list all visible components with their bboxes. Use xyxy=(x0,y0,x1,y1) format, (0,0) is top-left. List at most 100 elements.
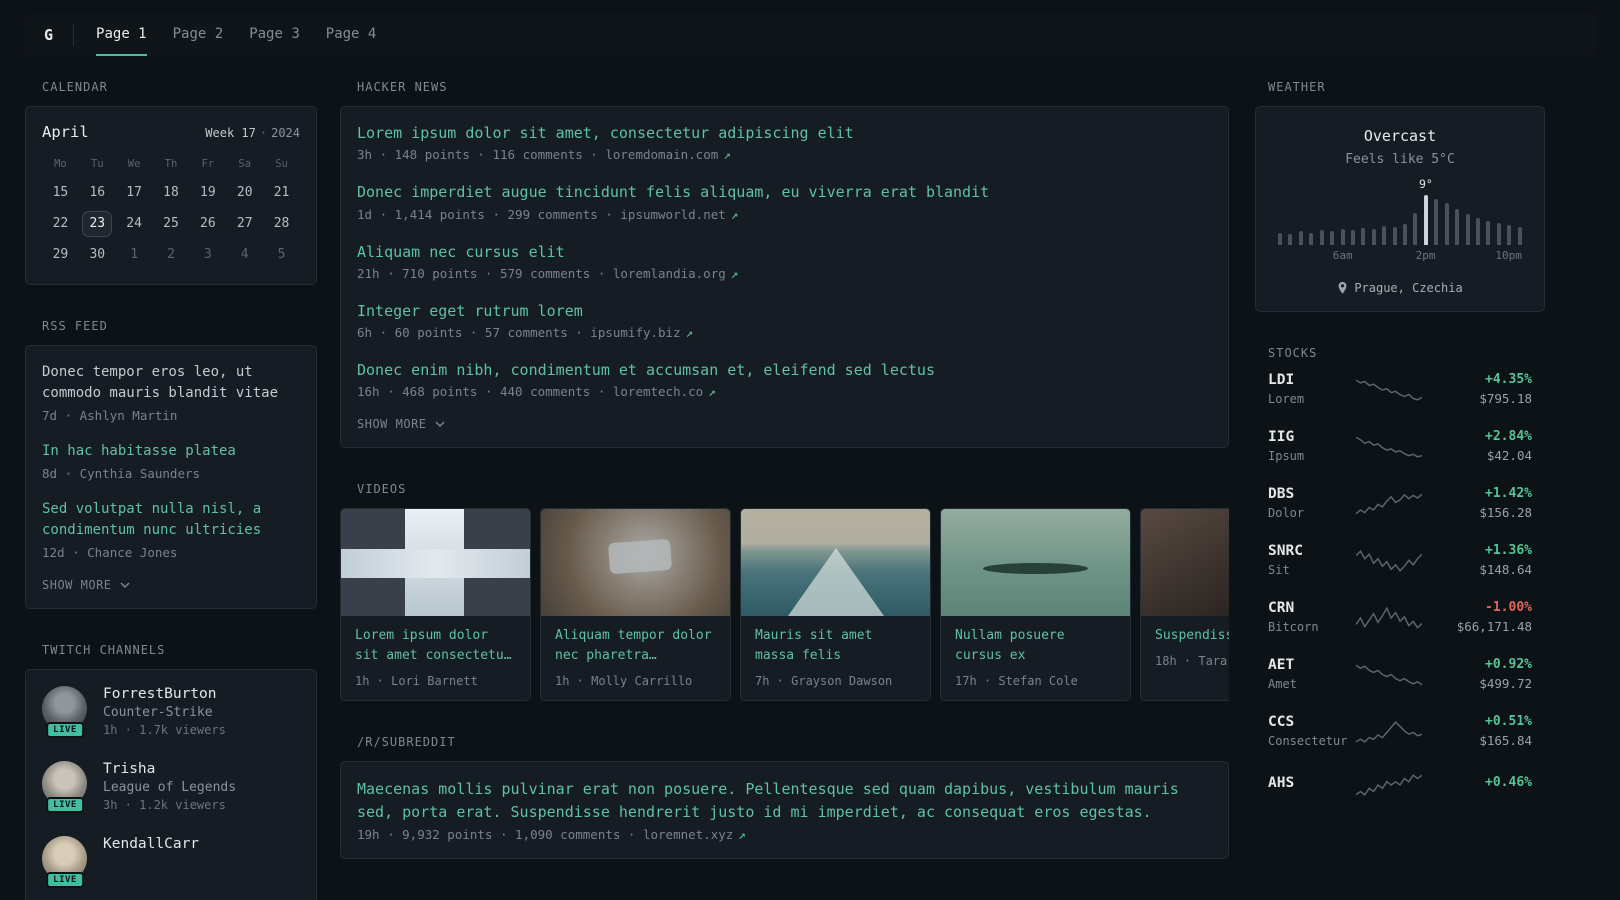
video-card[interactable]: Lorem ipsum dolor sit amet consectetu… 1… xyxy=(340,508,531,702)
weather-hour-bar xyxy=(1413,212,1418,245)
twitch-channel-row[interactable]: LIVE ForrestBurton Counter-Strike 1h · 1… xyxy=(42,686,300,738)
tab-page-4[interactable]: Page 4 xyxy=(326,14,377,56)
video-thumbnail xyxy=(341,509,530,617)
show-more-label: SHOW MORE xyxy=(357,417,427,432)
time-label: 2pm xyxy=(1415,249,1436,262)
hn-story-link[interactable]: Aliquam nec cursus elit xyxy=(357,242,1212,262)
stock-row[interactable]: AHS +0.46% xyxy=(1268,771,1532,798)
external-link-icon: ↗ xyxy=(708,384,716,400)
stock-row[interactable]: LDI Lorem +4.35% $795.18 xyxy=(1268,372,1532,406)
weather-card: Overcast Feels like 5°C 9° 6am 2pm 10pm … xyxy=(1255,106,1545,312)
stocks-widget: STOCKS LDI Lorem +4.35% $795.18 IIG Ipsum +… xyxy=(1255,346,1545,798)
weather-temp-label: 9° xyxy=(1418,177,1433,192)
stock-change: +1.42% xyxy=(1485,486,1532,501)
dashboard-content: CALENDAR April Week 17 · 2024 Mo Tu We Th Fr Sa… xyxy=(0,56,1620,900)
video-meta: 1h · Molly Carrillo xyxy=(555,674,693,689)
stock-row[interactable]: DBS Dolor +1.42% $156.28 xyxy=(1268,486,1532,520)
stock-name: Dolor xyxy=(1268,506,1305,520)
stock-row[interactable]: CCS Consectetur +0.51% $165.84 xyxy=(1268,714,1532,748)
hn-item-meta: 21h · 710 points · 579 comments · loreml… xyxy=(357,266,1212,281)
calendar-day: 15 xyxy=(52,185,69,200)
video-thumbnail xyxy=(741,509,930,617)
channel-info: Trisha League of Legends 3h · 1.2k viewe… xyxy=(103,761,236,812)
stock-symbol: IIG xyxy=(1268,429,1295,445)
stock-row[interactable]: AET Amet +0.92% $499.72 xyxy=(1268,657,1532,691)
calendar-day: 2 xyxy=(167,247,175,262)
middle-column: HACKER NEWS Lorem ipsum dolor sit amet, … xyxy=(340,80,1229,900)
calendar-header: April Week 17 · 2024 xyxy=(42,123,300,141)
stock-row[interactable]: SNRC Sit +1.36% $148.64 xyxy=(1268,543,1532,577)
hn-domain-link[interactable]: ipsumworld.net xyxy=(620,207,725,222)
weather-hour-bar xyxy=(1309,232,1314,245)
live-badge: LIVE xyxy=(46,722,84,738)
rss-item: Donec tempor eros leo, ut commodo mauris… xyxy=(42,362,300,423)
calendar-day: 20 xyxy=(236,185,253,200)
calendar-day: 18 xyxy=(163,185,179,200)
video-card[interactable]: Mauris sit amet massa felis 7h · Grayson… xyxy=(740,508,931,702)
twitch-widget-title: TWITCH CHANNELS xyxy=(42,643,166,657)
video-card[interactable]: Suspendisse diam 18h · Tara xyxy=(1140,508,1229,702)
weather-hour-bar xyxy=(1465,213,1470,245)
hn-domain-link[interactable]: loremtech.co xyxy=(613,384,703,399)
weather-hour-bar xyxy=(1496,223,1501,245)
channel-avatar-wrap: LIVE xyxy=(42,686,88,738)
tab-page-3[interactable]: Page 3 xyxy=(249,14,300,56)
hn-story-link[interactable]: Lorem ipsum dolor sit amet, consectetur … xyxy=(357,123,1212,143)
hn-story-link[interactable]: Donec imperdiet augue tincidunt felis al… xyxy=(357,182,1212,202)
calendar-month: April xyxy=(42,123,89,141)
weather-hour-bar xyxy=(1382,226,1387,245)
tab-page-2[interactable]: Page 2 xyxy=(173,14,224,56)
calendar-grid: Mo Tu We Th Fr Sa Su 15 16 17 18 19 20 21 22 23 24 25 26 27… xyxy=(42,153,300,268)
weather-hour-bar xyxy=(1350,230,1355,245)
stock-name: Sit xyxy=(1268,563,1290,577)
videos-widget: VIDEOS Lorem ipsum dolor sit amet consec… xyxy=(340,482,1229,702)
twitch-channel-row[interactable]: LIVE KendallCarr xyxy=(42,836,300,888)
live-badge: LIVE xyxy=(46,872,84,888)
rss-item: In hac habitasse platea 8d · Cynthia Sau… xyxy=(42,441,300,481)
channel-name: ForrestBurton xyxy=(103,686,217,702)
calendar-dow-label: Su xyxy=(275,158,288,170)
weather-hourly-chart: 9° xyxy=(1278,177,1522,245)
calendar-week-year: Week 17 · 2024 xyxy=(205,126,300,140)
weather-hour-bar xyxy=(1278,232,1282,245)
rss-article-link[interactable]: In hac habitasse platea xyxy=(42,441,300,462)
rss-article-link[interactable]: Donec tempor eros leo, ut commodo mauris… xyxy=(42,362,300,404)
video-meta: 18h · Tara xyxy=(1155,654,1228,669)
stock-sparkline xyxy=(1356,493,1422,514)
calendar-day: 16 xyxy=(89,185,106,200)
hn-domain-link[interactable]: loremlandia.org xyxy=(613,266,726,281)
video-card[interactable]: Nullam posuere cursus ex 17h · Stefan Co… xyxy=(940,508,1131,702)
hn-story-link[interactable]: Integer eget rutrum lorem xyxy=(357,301,1212,321)
hn-story-link[interactable]: Donec enim nibh, condimentum et accumsan… xyxy=(357,360,1212,380)
hn-item: Donec enim nibh, condimentum et accumsan… xyxy=(357,360,1212,399)
stock-change: +1.36% xyxy=(1485,543,1532,558)
rss-article-link[interactable]: Sed volutpat nulla nisl, a condimentum n… xyxy=(42,499,300,541)
app-logo[interactable]: G xyxy=(42,26,55,44)
rss-show-more-button[interactable]: SHOW MORE xyxy=(42,578,130,592)
stock-row[interactable]: CRN Bitcorn -1.00% $66,171.48 xyxy=(1268,600,1532,634)
video-card[interactable]: Aliquam tempor dolor nec pharetra… 1h · … xyxy=(540,508,731,702)
video-title: Aliquam tempor dolor nec pharetra… xyxy=(555,628,712,664)
hackernews-widget-title: HACKER NEWS xyxy=(357,80,448,94)
stock-sparkline xyxy=(1356,549,1422,572)
hn-show-more-button[interactable]: SHOW MORE xyxy=(357,417,445,431)
tab-page-1[interactable]: Page 1 xyxy=(96,14,147,56)
location-pin-icon xyxy=(1338,281,1347,294)
twitch-channel-row[interactable]: LIVE Trisha League of Legends 3h · 1.2k … xyxy=(42,761,300,813)
calendar-dow-label: Mo xyxy=(54,158,67,170)
live-badge: LIVE xyxy=(46,797,84,813)
calendar-card: April Week 17 · 2024 Mo Tu We Th Fr Sa Su 15 16 17 1… xyxy=(25,106,317,285)
hn-item: Donec imperdiet augue tincidunt felis al… xyxy=(357,182,1212,221)
hn-item-meta: 3h · 148 points · 116 comments · loremdo… xyxy=(357,147,1212,162)
calendar-day: 19 xyxy=(200,185,216,200)
calendar-dow-label: We xyxy=(127,158,141,170)
subreddit-post-link[interactable]: Maecenas mollis pulvinar erat non posuer… xyxy=(357,778,1212,823)
subreddit-domain-link[interactable]: loremnet.xyz xyxy=(643,827,733,842)
stock-price: $66,171.48 xyxy=(1456,619,1532,634)
stocks-list: LDI Lorem +4.35% $795.18 IIG Ipsum +2.84% $4… xyxy=(1255,372,1545,798)
calendar-dow-label: Sa xyxy=(238,158,252,170)
stock-row[interactable]: IIG Ipsum +2.84% $42.04 xyxy=(1268,429,1532,463)
hn-domain-link[interactable]: loremdomain.com xyxy=(605,147,718,162)
hn-domain-link[interactable]: ipsumify.biz xyxy=(590,325,680,340)
weather-hour-bar: 9° xyxy=(1419,177,1433,245)
